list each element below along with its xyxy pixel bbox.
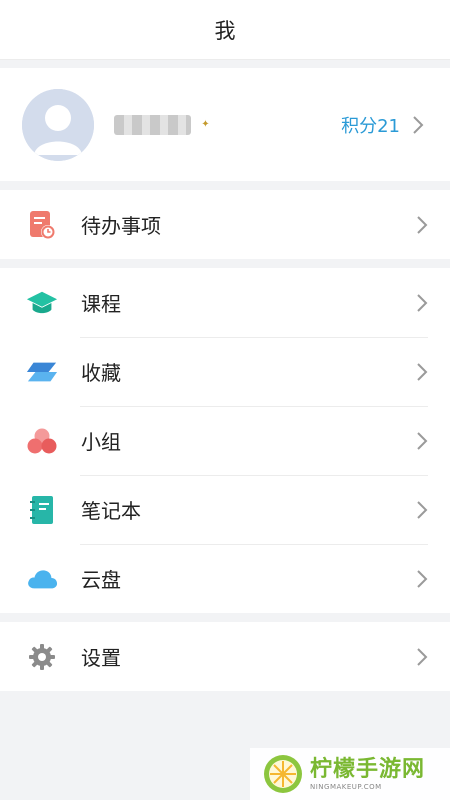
points-link[interactable]: 积分21 — [341, 112, 400, 138]
menu-item-label: 课程 — [81, 292, 121, 316]
username: █████ — [114, 114, 192, 135]
menu-item-todo[interactable]: 待办事项 — [0, 190, 450, 259]
user-badge-icon: ✦ — [201, 119, 210, 130]
menu-item-notebook[interactable]: 笔记本 — [0, 475, 450, 544]
menu-item-label: 设置 — [81, 646, 121, 670]
menu-item-label: 笔记本 — [81, 499, 141, 523]
menu-item-courses[interactable]: 课程 — [0, 268, 450, 337]
profile-card[interactable]: █████ ✦ 积分21 — [0, 68, 450, 181]
chevron-right-icon — [412, 215, 432, 235]
menu-item-favorites[interactable]: 收藏 — [0, 337, 450, 406]
chevron-right-icon — [412, 647, 432, 667]
menu-item-label: 收藏 — [81, 361, 121, 385]
cloud-icon — [26, 563, 58, 595]
features-section: 课程 收藏 小组 笔记本 云盘 — [0, 268, 450, 613]
graduation-cap-icon — [26, 287, 58, 319]
menu-item-label: 小组 — [81, 430, 121, 454]
avatar-placeholder-icon — [22, 88, 94, 161]
layers-icon — [26, 356, 58, 388]
lemon-logo-icon — [264, 755, 302, 793]
watermark: 柠檬手游网 NINGMAKEUP.COM — [250, 748, 450, 800]
settings-section: 设置 — [0, 622, 450, 691]
group-circles-icon — [26, 425, 58, 457]
menu-item-label: 云盘 — [81, 568, 121, 592]
menu-item-label: 待办事项 — [81, 214, 161, 238]
app-header: 我 — [0, 0, 450, 60]
chevron-right-icon — [412, 500, 432, 520]
notebook-icon — [26, 494, 58, 526]
watermark-subtitle: NINGMAKEUP.COM — [310, 783, 382, 791]
menu-item-cloud[interactable]: 云盘 — [0, 544, 450, 613]
avatar[interactable] — [22, 88, 94, 161]
chevron-right-icon — [408, 115, 428, 135]
chevron-right-icon — [412, 431, 432, 451]
watermark-title: 柠檬手游网 — [310, 757, 426, 782]
gear-icon — [26, 641, 58, 673]
menu-item-groups[interactable]: 小组 — [0, 406, 450, 475]
chevron-right-icon — [412, 569, 432, 589]
todo-clock-icon — [26, 209, 58, 241]
chevron-right-icon — [412, 293, 432, 313]
page-title: 我 — [214, 18, 236, 43]
chevron-right-icon — [412, 362, 432, 382]
menu-item-settings[interactable]: 设置 — [0, 622, 450, 691]
todo-section: 待办事项 — [0, 190, 450, 259]
